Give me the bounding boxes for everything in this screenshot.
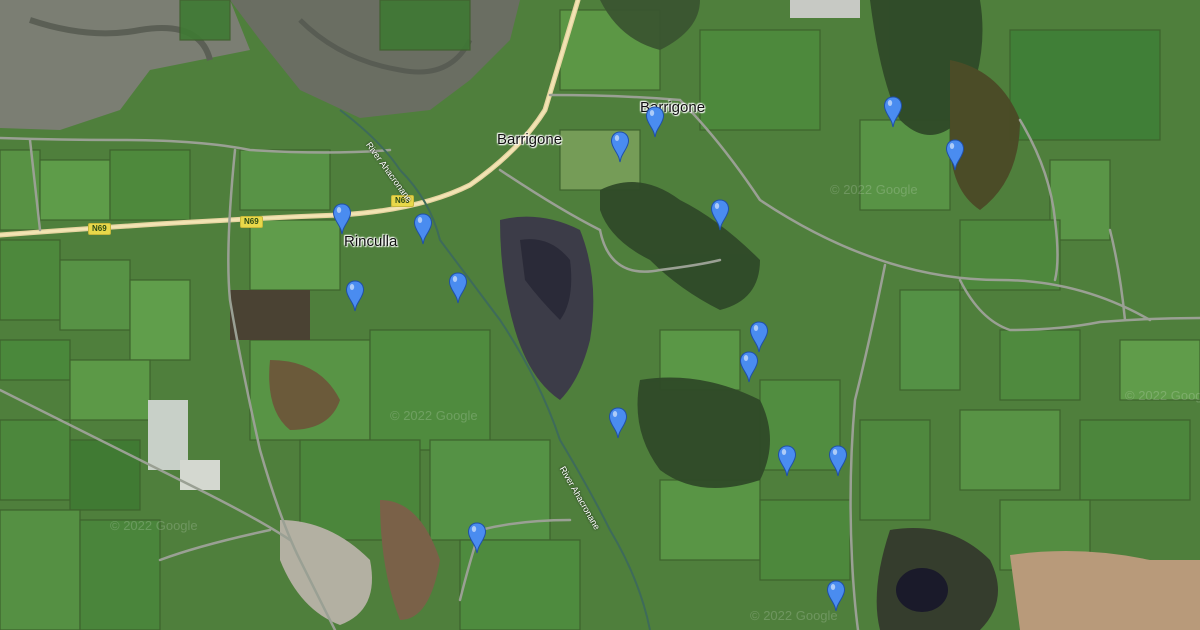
map-watermark: © 2022 Google [390, 408, 478, 423]
map-marker[interactable] [826, 580, 846, 614]
map-marker[interactable] [645, 106, 665, 140]
map-pin-icon [448, 272, 468, 304]
map-marker[interactable] [448, 272, 468, 306]
map-pin-icon [610, 131, 630, 163]
map-pin-icon [826, 580, 846, 612]
map-marker[interactable] [345, 280, 365, 314]
map-pin-icon [883, 96, 903, 128]
map-marker[interactable] [828, 445, 848, 479]
place-label-barrigone-road[interactable]: Barrigone [497, 131, 562, 148]
map-pin-icon [749, 321, 769, 353]
satellite-map[interactable]: © 2022 Google © 2022 Google © 2022 Googl… [0, 0, 1200, 630]
map-marker[interactable] [749, 321, 769, 355]
map-marker[interactable] [608, 407, 628, 441]
map-watermark: © 2022 Google [1125, 388, 1200, 403]
map-watermark: © 2022 Google [110, 518, 198, 533]
map-marker[interactable] [777, 445, 797, 479]
map-marker[interactable] [332, 203, 352, 237]
map-watermark: © 2022 Google [830, 182, 918, 197]
map-pin-icon [828, 445, 848, 477]
map-marker[interactable] [467, 522, 487, 556]
map-pin-icon [645, 106, 665, 138]
map-marker[interactable] [739, 351, 759, 385]
road-shield-n69: N69 [240, 216, 263, 228]
map-watermark: © 2022 Google [750, 608, 838, 623]
map-pin-icon [413, 213, 433, 245]
map-pin-icon [739, 351, 759, 383]
map-marker[interactable] [710, 199, 730, 233]
place-label-rinculla[interactable]: Rinculla [344, 233, 397, 250]
map-pin-icon [345, 280, 365, 312]
map-pin-icon [332, 203, 352, 235]
map-marker[interactable] [413, 213, 433, 247]
map-marker[interactable] [883, 96, 903, 130]
map-pin-icon [467, 522, 487, 554]
map-imagery [0, 0, 1200, 630]
map-pin-icon [608, 407, 628, 439]
road-shield-n69: N69 [88, 223, 111, 235]
map-pin-icon [777, 445, 797, 477]
map-pin-icon [710, 199, 730, 231]
map-marker[interactable] [610, 131, 630, 165]
map-marker[interactable] [945, 139, 965, 173]
map-pin-icon [945, 139, 965, 171]
